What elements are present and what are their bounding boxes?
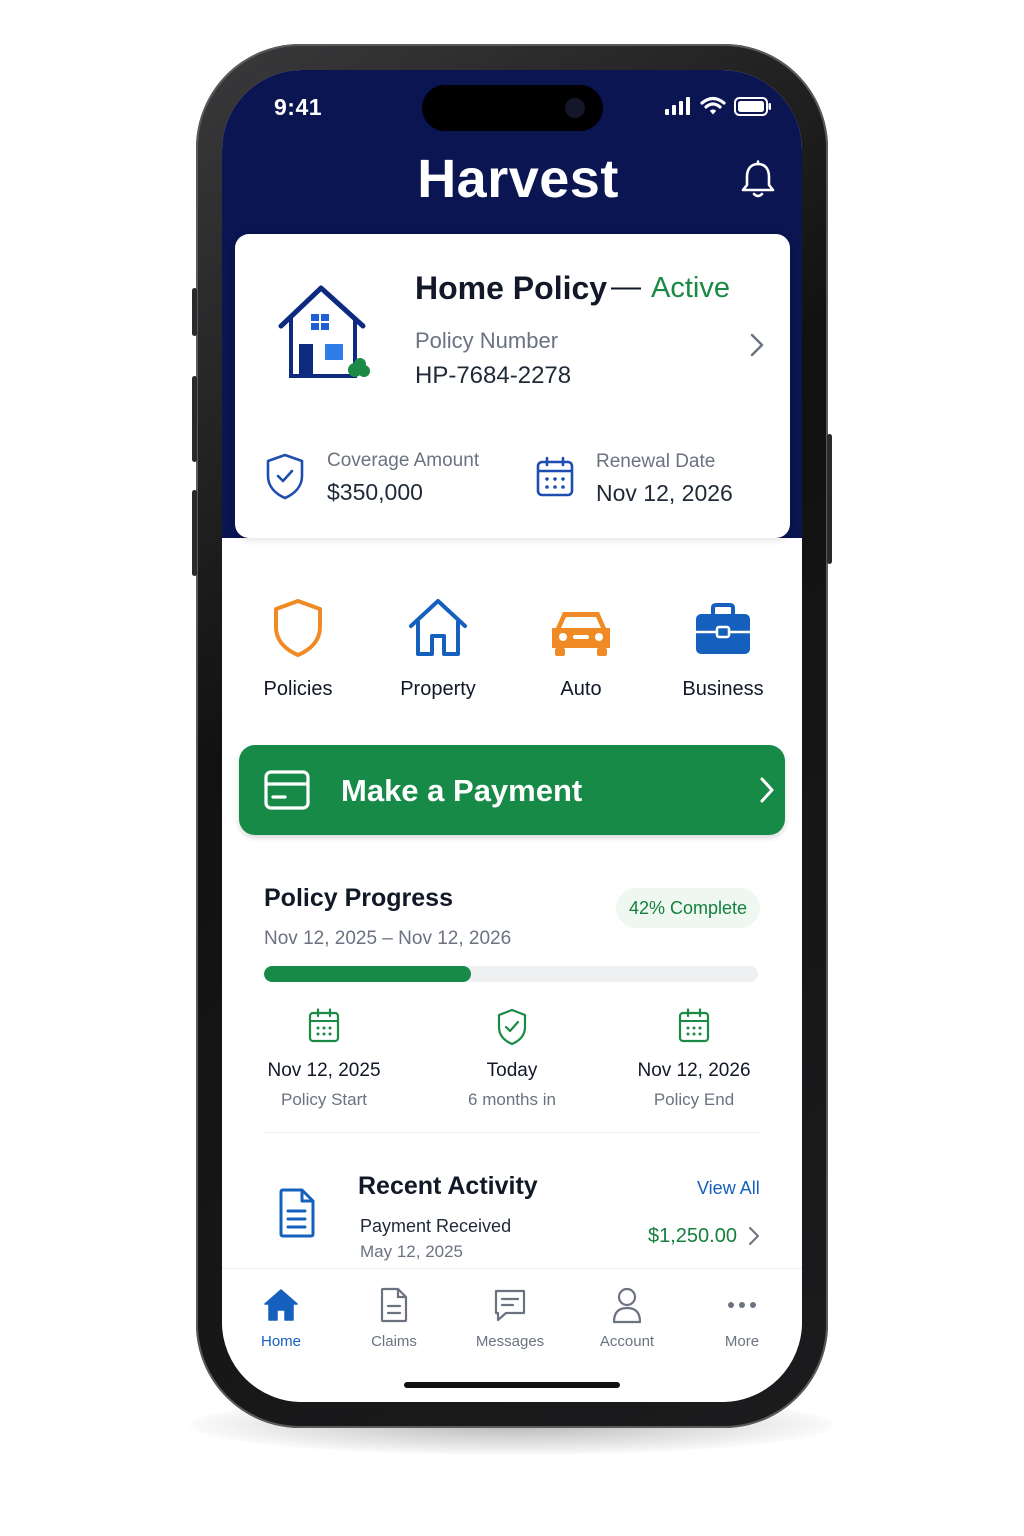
home-indicator[interactable] bbox=[404, 1382, 620, 1388]
quick-action-policies[interactable]: Policies bbox=[228, 592, 368, 701]
wifi-icon bbox=[700, 96, 726, 115]
quick-action-label: Policies bbox=[263, 678, 333, 700]
recent-activity-title: Recent Activity bbox=[358, 1172, 538, 1200]
home-illustration-icon bbox=[277, 282, 377, 387]
quick-action-label: Business bbox=[682, 678, 764, 700]
milestone-label: Policy End bbox=[653, 1090, 735, 1109]
chevron-right-icon[interactable] bbox=[748, 1226, 760, 1251]
quick-action-label: Auto bbox=[560, 678, 602, 700]
tab-home[interactable]: Home bbox=[236, 1285, 326, 1350]
quick-action-auto[interactable]: Auto bbox=[511, 592, 651, 701]
policy-title: Home Policy bbox=[415, 270, 608, 306]
screen: 9:41 Harvest Home Policy — Active Policy… bbox=[222, 70, 802, 1402]
house-icon bbox=[409, 599, 467, 656]
policy-progress-title: Policy Progress bbox=[264, 884, 453, 912]
car-icon bbox=[552, 612, 610, 656]
activity-item-amount: $1,250.00 bbox=[648, 1225, 737, 1247]
more-icon bbox=[728, 1302, 756, 1308]
volume-up-button bbox=[192, 376, 197, 462]
progress-track bbox=[264, 966, 758, 982]
milestone-date: Today bbox=[486, 1060, 538, 1081]
tab-label: Home bbox=[260, 1333, 301, 1350]
tab-account[interactable]: Account bbox=[582, 1285, 672, 1350]
policy-status: Active bbox=[651, 272, 730, 304]
policy-title-dash: — bbox=[611, 270, 641, 303]
chevron-right-icon bbox=[759, 776, 775, 809]
home-icon bbox=[264, 1289, 298, 1321]
shield-icon bbox=[274, 599, 322, 657]
quick-action-property[interactable]: Property bbox=[368, 592, 508, 701]
policy-number: HP-7684-2278 bbox=[415, 362, 572, 389]
briefcase-icon bbox=[696, 603, 750, 654]
milestone-start: Nov 12, 2025 Policy Start bbox=[224, 1008, 424, 1110]
notifications-button[interactable] bbox=[740, 160, 776, 205]
calendar-icon bbox=[308, 1008, 340, 1043]
power-button bbox=[827, 434, 832, 564]
calendar-icon bbox=[678, 1008, 710, 1043]
tab-claims[interactable]: Claims bbox=[349, 1285, 439, 1350]
make-payment-button[interactable]: Make a Payment bbox=[239, 745, 785, 835]
coverage-value: $350,000 bbox=[327, 479, 423, 505]
milestone-date: Nov 12, 2026 bbox=[637, 1060, 751, 1081]
shield-check-icon bbox=[497, 1008, 527, 1046]
coverage-shield-icon bbox=[265, 452, 305, 505]
policy-number-label: Policy Number bbox=[415, 328, 559, 353]
card-icon bbox=[263, 769, 311, 816]
milestone-label: 6 months in bbox=[468, 1090, 556, 1109]
tab-label: Messages bbox=[475, 1333, 545, 1350]
activity-item-date: May 12, 2025 bbox=[360, 1242, 464, 1261]
chevron-right-icon[interactable] bbox=[749, 332, 765, 363]
policy-progress-range: Nov 12, 2025 – Nov 12, 2026 bbox=[264, 928, 512, 949]
make-payment-label: Make a Payment bbox=[341, 773, 583, 808]
action-button bbox=[192, 288, 197, 336]
renewal-label: Renewal Date bbox=[596, 451, 716, 472]
section-divider bbox=[264, 1132, 760, 1133]
tab-label: Account bbox=[599, 1333, 655, 1350]
dynamic-island bbox=[422, 85, 603, 131]
milestone-label: Policy Start bbox=[281, 1090, 367, 1109]
renewal-calendar-icon bbox=[535, 456, 575, 503]
tab-label: More bbox=[724, 1333, 760, 1350]
view-all-link[interactable]: View All bbox=[697, 1178, 760, 1199]
progress-fill bbox=[264, 966, 472, 982]
activity-item-title[interactable]: Payment Received bbox=[360, 1216, 511, 1237]
quick-action-business[interactable]: Business bbox=[653, 592, 793, 701]
tab-label: Claims bbox=[371, 1333, 417, 1350]
message-icon bbox=[494, 1289, 526, 1322]
quick-action-label: Property bbox=[400, 678, 476, 700]
tab-more[interactable]: More bbox=[697, 1285, 787, 1350]
progress-badge: 42% Complete bbox=[616, 888, 760, 928]
milestone-today: Today 6 months in bbox=[412, 1008, 612, 1110]
battery-icon bbox=[734, 96, 771, 116]
status-icons bbox=[664, 96, 772, 116]
coverage-label: Coverage Amount bbox=[327, 450, 480, 471]
milestone-end: Nov 12, 2026 Policy End bbox=[594, 1008, 794, 1110]
policy-card[interactable]: Home Policy — Active Policy Number HP-76… bbox=[235, 234, 790, 538]
app-title: Harvest bbox=[417, 149, 619, 209]
volume-down-button bbox=[192, 490, 197, 576]
renewal-value: Nov 12, 2026 bbox=[596, 480, 733, 506]
bell-icon bbox=[741, 160, 775, 198]
status-time: 9:41 bbox=[274, 94, 323, 120]
signal-icon bbox=[665, 97, 690, 115]
document-icon bbox=[380, 1287, 408, 1323]
document-icon bbox=[276, 1188, 316, 1243]
milestone-date: Nov 12, 2025 bbox=[267, 1060, 381, 1081]
tab-messages[interactable]: Messages bbox=[465, 1285, 555, 1350]
person-icon bbox=[612, 1287, 642, 1324]
